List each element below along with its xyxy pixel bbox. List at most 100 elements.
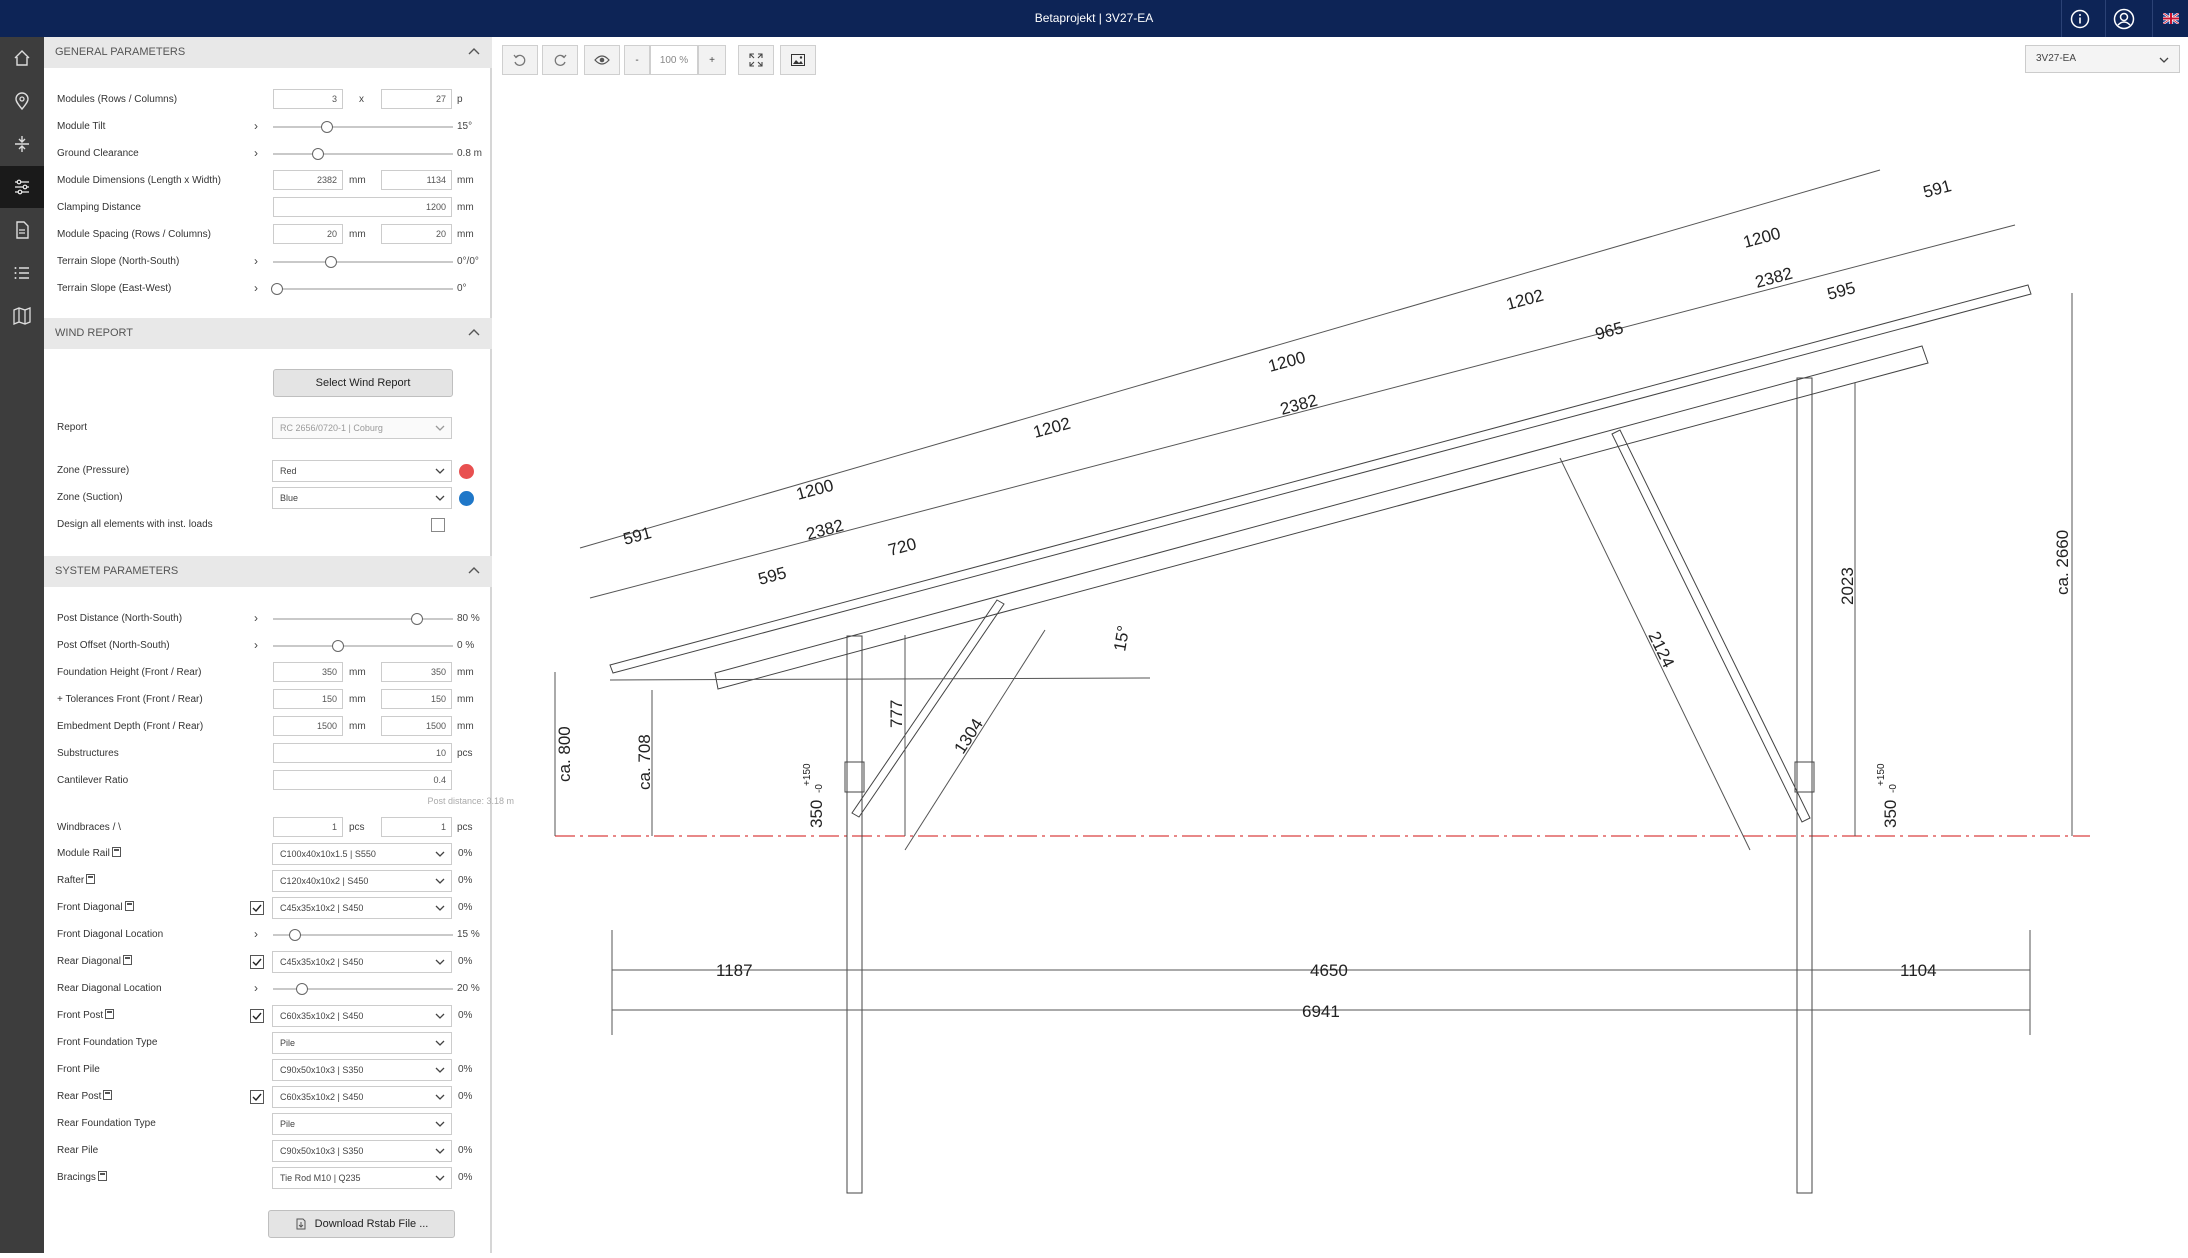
front-pile-select[interactable]: C90x50x10x3 | S350 (272, 1059, 452, 1081)
terrain-slope-ns-slider[interactable] (273, 255, 453, 269)
front-diagonal-checkbox[interactable] (250, 901, 264, 915)
slider-knob[interactable] (331, 640, 344, 652)
rear-post-checkbox[interactable] (250, 1090, 264, 1104)
module-tilt-slider[interactable] (273, 120, 453, 134)
rear-diagonal-utilization: 0% (458, 956, 473, 967)
rear-pile-select[interactable]: C90x50x10x3 | S350 (272, 1140, 452, 1162)
tolerance-front-input[interactable]: 150 (273, 689, 343, 709)
parameters-icon[interactable] (0, 166, 44, 208)
front-post-select[interactable]: C60x35x10x2 | S450 (272, 1005, 452, 1027)
tolerance-rear-input[interactable]: 150 (381, 689, 452, 709)
front-diagonal-select[interactable]: C45x35x10x2 | S450 (272, 897, 452, 919)
calculator-icon[interactable] (103, 1090, 113, 1100)
zoom-level[interactable]: 100 % (650, 45, 698, 75)
slider-knob[interactable] (270, 283, 283, 295)
eye-icon[interactable] (584, 45, 620, 75)
chevron-right-icon[interactable]: › (254, 927, 258, 941)
slider-knob[interactable] (312, 148, 324, 160)
module-length-input[interactable]: 2382 (273, 170, 343, 190)
drawing-canvas[interactable]: 591 1200 1202 1200 1202 1200 591 595 238… (494, 83, 2188, 1253)
view-select[interactable]: 3V27-EA (2025, 45, 2180, 73)
chevron-right-icon[interactable]: › (254, 254, 258, 268)
uk-flag-icon[interactable] (2152, 0, 2188, 37)
slider-knob[interactable] (321, 121, 333, 133)
bracings-select[interactable]: Tie Rod M10 | Q235 (272, 1167, 452, 1189)
pressure-color-swatch[interactable] (459, 464, 474, 479)
zone-pressure-select[interactable]: Red (272, 460, 452, 482)
embedment-front-input[interactable]: 1500 (273, 716, 343, 736)
module-spacing-rows-input[interactable]: 20 (273, 224, 343, 244)
image-export-icon[interactable] (780, 45, 816, 75)
chevron-right-icon[interactable]: › (254, 638, 258, 652)
chevron-right-icon[interactable]: › (254, 146, 258, 160)
calculator-icon[interactable] (111, 847, 121, 857)
calculator-icon[interactable] (105, 1009, 115, 1019)
calculator-icon[interactable] (97, 1171, 107, 1181)
chevron-up-icon[interactable] (468, 37, 480, 68)
select-wind-report-button[interactable]: Select Wind Report (273, 369, 453, 397)
location-pin-icon[interactable] (0, 80, 44, 122)
chevron-right-icon[interactable]: › (254, 119, 258, 133)
report-select[interactable]: RC 2656/0720-1 | Coburg (272, 417, 452, 439)
slider-knob[interactable] (411, 613, 423, 625)
rafter-select[interactable]: C120x40x10x2 | S450 (272, 870, 452, 892)
list-icon[interactable] (0, 252, 44, 294)
post-offset-slider[interactable] (273, 639, 453, 653)
suction-color-swatch[interactable] (459, 491, 474, 506)
rear-foundation-type-select[interactable]: Pile (272, 1113, 452, 1135)
calculator-icon[interactable] (122, 955, 132, 965)
clamping-distance-input[interactable]: 1200 (273, 197, 452, 217)
rear-diagonal-location-slider[interactable] (273, 982, 453, 996)
zoom-in-button[interactable]: + (698, 45, 726, 75)
modules-rows-input[interactable]: 3 (273, 89, 343, 109)
front-post-checkbox[interactable] (250, 1009, 264, 1023)
front-diagonal-location-slider[interactable] (273, 928, 453, 942)
post-distance-slider[interactable] (273, 612, 453, 626)
slider-knob[interactable] (288, 929, 301, 941)
user-icon[interactable] (2105, 0, 2141, 37)
general-parameters-header[interactable]: GENERAL PARAMETERS (44, 37, 492, 68)
rear-post-select[interactable]: C60x35x10x2 | S450 (272, 1086, 452, 1108)
rafter-value: C120x40x10x2 | S450 (280, 876, 369, 886)
design-inst-loads-checkbox[interactable] (431, 518, 445, 532)
embedment-rear-input[interactable]: 1500 (381, 716, 452, 736)
windbraces-b-input[interactable]: 1 (381, 817, 452, 837)
calculator-icon[interactable] (86, 874, 96, 884)
unit-mm: mm (457, 229, 474, 240)
undo-icon[interactable] (502, 45, 538, 75)
chevron-right-icon[interactable]: › (254, 981, 258, 995)
module-spacing-cols-input[interactable]: 20 (381, 224, 452, 244)
ground-clearance-slider[interactable] (273, 147, 453, 161)
zone-suction-select[interactable]: Blue (272, 487, 452, 509)
wind-report-header[interactable]: WIND REPORT (44, 318, 492, 349)
slider-knob[interactable] (295, 983, 308, 995)
system-parameters-header[interactable]: SYSTEM PARAMETERS (44, 556, 492, 587)
home-icon[interactable] (0, 37, 44, 79)
foundation-height-front-input[interactable]: 350 (273, 662, 343, 682)
map-icon[interactable] (0, 295, 44, 337)
redo-icon[interactable] (542, 45, 578, 75)
module-width-input[interactable]: 1134 (381, 170, 452, 190)
download-rstab-button[interactable]: Download Rstab File ... (268, 1210, 455, 1238)
chevron-right-icon[interactable]: › (254, 611, 258, 625)
chevron-up-icon[interactable] (468, 318, 480, 349)
module-rail-select[interactable]: C100x40x10x1.5 | S550 (272, 843, 452, 865)
calculator-icon[interactable] (124, 901, 134, 911)
fit-screen-icon[interactable] (738, 45, 774, 75)
rear-diagonal-select[interactable]: C45x35x10x2 | S450 (272, 951, 452, 973)
windbraces-a-input[interactable]: 1 (273, 817, 343, 837)
dimensions-icon[interactable] (0, 123, 44, 165)
slider-knob[interactable] (324, 256, 337, 268)
foundation-height-rear-input[interactable]: 350 (381, 662, 452, 682)
modules-cols-input[interactable]: 27 (381, 89, 452, 109)
terrain-slope-ew-slider[interactable] (270, 282, 453, 296)
substructures-input[interactable]: 10 (273, 743, 452, 763)
chevron-up-icon[interactable] (468, 556, 480, 587)
chevron-right-icon[interactable]: › (254, 281, 258, 295)
rear-diagonal-checkbox[interactable] (250, 955, 264, 969)
report-icon[interactable] (0, 209, 44, 251)
cantilever-ratio-input[interactable]: 0.4 (273, 770, 452, 790)
front-foundation-type-select[interactable]: Pile (272, 1032, 452, 1054)
zoom-out-button[interactable]: - (624, 45, 650, 75)
info-icon[interactable] (2061, 0, 2097, 37)
